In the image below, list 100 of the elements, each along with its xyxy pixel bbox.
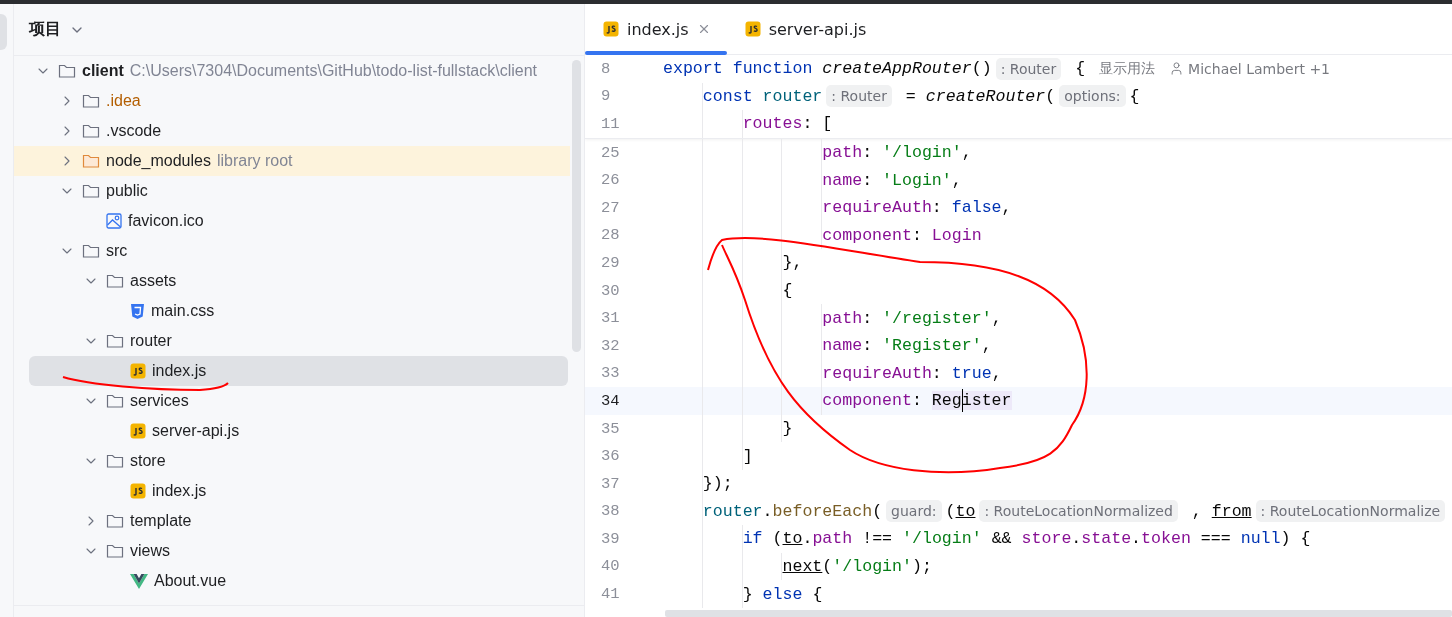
file-name: views [130,542,170,560]
code-token: router [762,86,823,106]
code-token: '/register' [882,308,992,328]
tree-row[interactable]: server-api.js [14,416,570,446]
code-token: router [702,501,763,521]
tree-row[interactable]: .idea [14,86,570,116]
tree-row[interactable]: services [14,386,570,416]
line-number: 26 [600,171,621,190]
editor-tab[interactable]: server-api.js [726,4,883,54]
code-token: to [955,501,976,521]
file-name: assets [130,272,177,290]
folder-icon [58,63,76,79]
file-name: index.js [152,362,207,380]
line-number: 30 [600,281,621,300]
script-file-icon [603,21,619,37]
code-token: ( [872,501,883,521]
code-token: component [822,391,912,411]
code-token: = [904,86,917,106]
file-name: About.vue [154,572,227,590]
tree-row[interactable]: template [14,506,570,536]
file-name: index.js [152,482,207,500]
folder-icon [106,273,124,289]
code-token: beforeEach [772,501,873,521]
code-token: next [782,557,823,576]
tree-row[interactable]: index.js [29,356,568,386]
line-number: 9 [600,87,612,106]
inlay-hint: : RouteLocationNormalize [1255,500,1446,523]
code-token: , [951,170,962,190]
folder-icon [106,453,124,469]
code-token: ( [1045,86,1056,106]
file-name: client [82,62,124,80]
folder-path: C:\Users\7304\Documents\GitHub\todo-list-fullstack\client [129,62,538,80]
code-token: , [961,143,972,163]
code-token: . [802,529,813,549]
code-token: ] [742,446,753,466]
code-token: { [811,584,823,604]
code-token: . [1071,529,1082,549]
code-token: name [822,336,863,356]
inlay-hint: guard: [886,500,942,523]
folder-icon [106,513,124,529]
line-number: 27 [600,198,621,217]
code-token: , [1190,501,1203,521]
code-token: token [1141,529,1191,549]
script-file-icon [130,483,146,499]
folder-icon [82,243,100,259]
code-token: { [782,281,793,301]
code-token: ); [911,557,932,576]
tree-row[interactable]: .vscode [14,116,570,146]
code-token: export function [663,59,814,79]
code-token: , [991,308,1002,328]
code-token: : [911,391,923,411]
code-token: path [822,143,863,163]
tree-row[interactable]: index.js [14,476,570,506]
line-number: 29 [600,253,621,272]
tree-row[interactable]: About.vue [14,566,570,596]
file-name: node_modules [106,152,211,170]
line-number: 36 [600,447,621,466]
file-name: server-api.js [152,422,240,440]
tree-row[interactable]: views [14,536,570,566]
folder-icon [106,393,124,409]
folder-icon [82,123,100,139]
code-token: false [951,198,1002,218]
vue-icon [130,573,148,589]
code-token: . [1131,529,1142,549]
panel-title[interactable]: 项目 [29,19,61,40]
tree-row[interactable]: assets [14,266,570,296]
line-number: 37 [600,474,621,493]
file-name: store [130,452,166,470]
folder-icon [82,183,100,199]
line-number: 32 [600,336,621,355]
tree-row[interactable]: node_modules library root [14,146,570,176]
tree-row[interactable]: public [14,176,570,206]
code-token: path [812,529,853,549]
image-icon [106,213,122,229]
tree-row[interactable]: client C:\Users\7304\Documents\GitHub\todo-list-fullstack\client [14,56,570,86]
tree-row[interactable]: store [14,446,570,476]
code-token: Login [931,225,982,245]
inlay-hint: : RouteLocationNormalized [979,500,1178,523]
editor-tab[interactable]: index.js [585,4,727,54]
code-token: to [782,529,803,549]
code-token: () [971,59,992,79]
usages-link[interactable]: 显示用法 [1099,59,1156,78]
code-token: : [931,198,943,218]
file-name: public [106,182,148,200]
code-token: store [1021,529,1072,549]
file-name: .idea [106,92,141,110]
script-file-icon [744,21,761,37]
tree-row[interactable]: router [14,326,570,356]
tree-row[interactable]: main.css [14,296,570,326]
tree-row[interactable]: src [14,236,570,266]
folder-icon [82,153,100,169]
code-token: createRouter [925,86,1046,106]
tree-row[interactable]: favicon.ico [14,206,570,236]
scrollbar[interactable] [572,60,581,352]
author-name: Michael Lambert +1 [1188,60,1331,77]
code-token: name [822,170,863,190]
scrollbar[interactable] [665,610,1452,617]
code-token: createAppRouter [822,59,972,79]
code-token: true [951,363,992,383]
code-token: : [911,225,923,245]
